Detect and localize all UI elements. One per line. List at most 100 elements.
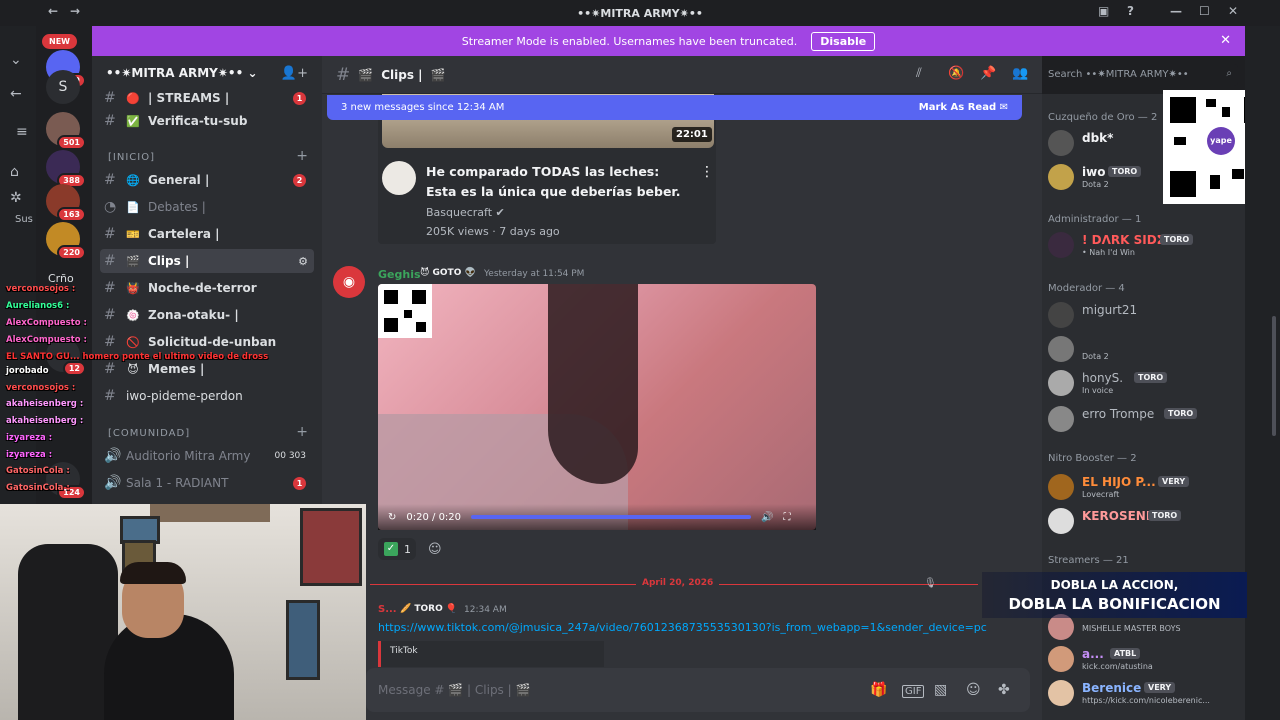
mark-read-icon: ✉ — [999, 102, 1008, 113]
member-item[interactable]: honyS. TORO In voice — [1048, 368, 1238, 400]
tiktok-embed[interactable]: TikTok — [378, 641, 604, 667]
avatar — [1048, 336, 1074, 362]
member-item[interactable]: migurt21 — [1048, 300, 1238, 332]
fullscreen-icon[interactable]: ⛶ — [783, 512, 790, 523]
embed-title[interactable]: He comparado TODAS las leches: Esta es l… — [426, 162, 688, 202]
mark-as-read-button[interactable]: Mark As Read ✉ — [919, 102, 1008, 113]
add-reaction-icon[interactable]: ☺ — [428, 542, 442, 557]
voice-channel-auditorio[interactable]: 🔊 Auditorio Mitra Army 00 303 — [100, 444, 314, 468]
member-item[interactable]: Dota 2 — [1048, 334, 1238, 366]
new-messages-bar[interactable]: 3 new messages since 12:34 AM Mark As Re… — [327, 95, 1022, 120]
minimize-icon[interactable]: — — [1170, 4, 1182, 18]
message-timestamp: 12:34 AM — [464, 605, 507, 615]
banner-text: Streamer Mode is enabled. Usernames have… — [461, 34, 798, 48]
author-avatar[interactable]: ◉ — [333, 266, 365, 298]
rail-label-sus: Sus — [15, 214, 33, 225]
member-item[interactable]: EL HIJO P... VERY Lovecraft — [1048, 472, 1238, 504]
channel-zona-otaku[interactable]: # 🍥 Zona-otaku- | — [100, 303, 314, 327]
close-window-icon[interactable]: ✕ — [1228, 4, 1238, 18]
stream-chat-line: AlexCompuesto : — [6, 318, 87, 328]
member-item[interactable]: ! DΛRK SIDΣ TORO • Nah I'd Win — [1048, 230, 1238, 262]
avatar — [1048, 680, 1074, 706]
message-input[interactable]: Message # 🎬 | Clips | 🎬 — [366, 668, 1030, 712]
menu-icon[interactable]: ≡ — [16, 124, 28, 140]
close-icon[interactable]: ✕ — [1220, 33, 1231, 48]
emoji-icon[interactable]: ☺ — [966, 682, 981, 698]
server-letter-icon[interactable]: S — [46, 70, 80, 104]
more-vertical-icon[interactable]: ⋮ — [700, 164, 714, 180]
member-item[interactable]: Berenice VERY https://kick.com/nicoleber… — [1048, 678, 1238, 710]
forward-arrow-icon[interactable]: → — [70, 4, 80, 18]
arrow-left-icon[interactable]: ← — [10, 86, 22, 102]
server-icon[interactable]: 220 — [46, 222, 86, 260]
category-comunidad[interactable]: [COMUNIDAD] — [108, 428, 190, 439]
puzzle-icon[interactable]: ✲ — [10, 190, 22, 206]
server-icon[interactable]: 163 — [46, 184, 86, 222]
category-inicio[interactable]: [INICIO] — [108, 152, 155, 163]
help-icon[interactable]: ? — [1127, 4, 1134, 18]
gift-icon[interactable]: 🎁 — [870, 682, 887, 698]
channel-solicitud-unban[interactable]: # 🚫 Solicitud-de-unban — [100, 330, 314, 354]
server-icon[interactable]: 501 — [46, 112, 86, 150]
maximize-icon[interactable]: ☐ — [1199, 4, 1210, 18]
scrollbar[interactable] — [1245, 26, 1280, 720]
member-item[interactable]: erro Trompe TORO — [1048, 404, 1238, 436]
video-player[interactable] — [378, 284, 816, 530]
channel-debates[interactable]: ◔ 📄 Debates | — [100, 195, 314, 219]
mute-bell-icon[interactable]: 🔕 — [948, 66, 964, 81]
member-category: Moderador — 4 — [1048, 283, 1125, 294]
channel-streams[interactable]: # 🔴 | STREAMS | 1 — [100, 86, 314, 110]
sticker-icon[interactable]: ▧ — [934, 682, 947, 698]
replay-icon[interactable]: ↻ — [388, 512, 396, 523]
channel-general[interactable]: # 🌐 General | 2 — [100, 168, 314, 192]
channel-verifica[interactable]: # ✅ Verifica-tu-sub — [100, 109, 314, 133]
avatar — [1048, 406, 1074, 432]
video-progress[interactable] — [471, 515, 752, 519]
member-category: Cuzqueño de Oro — 2 — [1048, 112, 1158, 123]
channel-noche-de-terror[interactable]: # 👹 Noche-de-terror — [100, 276, 314, 300]
server-name[interactable]: ••✷MITRA ARMY✷•• ⌄ — [106, 66, 258, 80]
video-controls: ↻ 0:20 / 0:20 🔊 ⛶ — [378, 504, 816, 530]
stream-chat-line: akaheisenberg : — [6, 416, 84, 426]
channel-clips[interactable]: # 🎬 Clips | ⚙ — [100, 249, 314, 273]
add-channel-icon[interactable]: + — [296, 424, 308, 440]
stream-chat-line: izyareza : — [6, 433, 53, 443]
volume-icon[interactable]: 🔊 — [761, 512, 773, 523]
home-icon[interactable]: ⌂ — [10, 164, 19, 180]
video-time: 0:20 / 0:20 — [406, 511, 462, 523]
channel-title: Clips | — [381, 67, 423, 82]
reaction-checkmark[interactable]: ✓ 1 — [378, 538, 416, 560]
add-member-icon[interactable]: 👤+ — [281, 66, 308, 81]
stream-chat-line: EL SANTO GU... homero ponte el ultimo vi… — [6, 352, 269, 362]
voice-channel-sala-1[interactable]: 🔊 Sala 1 - RADIANT 1 — [100, 471, 314, 495]
new-badge[interactable]: NEW — [42, 34, 77, 49]
pin-icon[interactable]: 📌 — [980, 66, 996, 81]
members-icon[interactable]: 👥 — [1012, 66, 1028, 81]
member-item[interactable]: KEROSENE TORO — [1048, 506, 1238, 538]
disable-button[interactable]: Disable — [811, 31, 876, 51]
inbox-icon[interactable]: ▣ — [1098, 4, 1109, 18]
server-icon[interactable]: 388 — [46, 150, 86, 188]
mic-icon[interactable]: 🎙 — [924, 578, 937, 589]
embed-duration: 22:01 — [672, 127, 712, 142]
avatar — [1048, 130, 1074, 156]
search-input[interactable]: Search ••✷MITRA ARMY✷•• ⌕ — [1042, 64, 1238, 86]
webcam-overlay — [0, 504, 366, 720]
gif-icon[interactable]: GIF — [902, 685, 925, 698]
avatar — [1048, 164, 1074, 190]
check-icon: ✓ — [384, 542, 398, 556]
channel-cartelera[interactable]: # 🎫 Cartelera | — [100, 222, 314, 246]
chevron-down-icon[interactable]: ⌄ — [10, 52, 22, 68]
member-item[interactable]: a... ATBL kick.com/atustina — [1048, 644, 1238, 676]
apps-icon[interactable]: ✤ — [998, 682, 1010, 698]
tiktok-link[interactable]: https://www.tiktok.com/@jmusica_247a/vid… — [378, 621, 987, 634]
back-arrow-icon[interactable]: ← — [48, 4, 58, 18]
add-channel-icon[interactable]: + — [296, 148, 308, 164]
channel-iwo-pideme-perdon[interactable]: # iwo-pideme-perdon — [100, 384, 314, 408]
avatar — [1048, 232, 1074, 258]
stream-chat-line: akaheisenberg : — [6, 399, 84, 409]
threads-icon[interactable]: ⫽ — [916, 66, 922, 81]
message-author[interactable]: Geghis — [378, 268, 421, 281]
clapper-icon: 🎬 — [430, 67, 446, 82]
message-author[interactable]: S... — [378, 604, 397, 615]
